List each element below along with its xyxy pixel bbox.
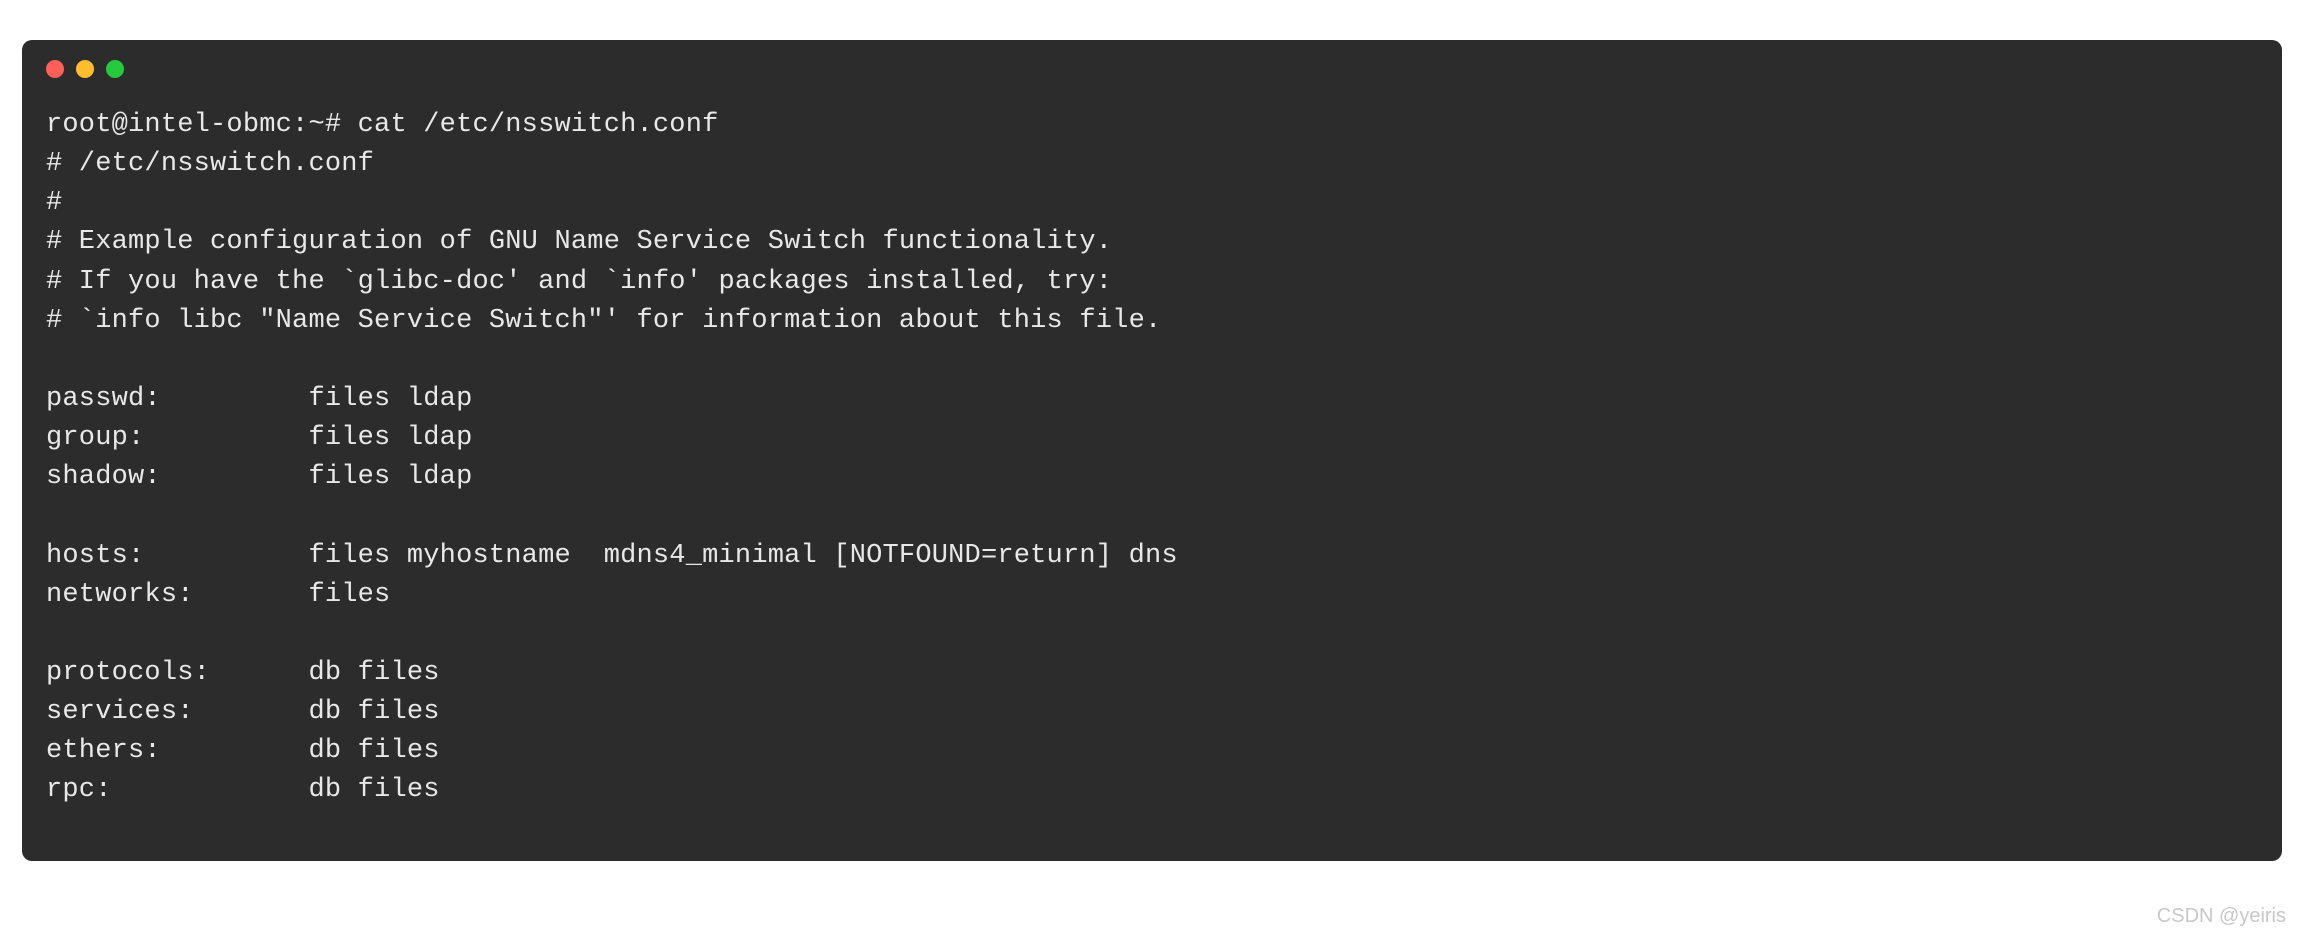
output-line: protocols: db files [46, 658, 440, 688]
window-controls [22, 40, 2282, 88]
output-line: passwd: files ldap [46, 384, 472, 414]
output-line: networks: files [46, 580, 390, 610]
output-line: # /etc/nsswitch.conf [46, 149, 374, 179]
output-line: hosts: files myhostname mdns4_minimal [N… [46, 541, 1178, 571]
output-line: rpc: db files [46, 775, 440, 805]
output-line: # [46, 188, 62, 218]
output-line: shadow: files ldap [46, 462, 472, 492]
output-line: # `info libc "Name Service Switch"' for … [46, 306, 1161, 336]
watermark: CSDN @yeiris [2157, 905, 2286, 928]
terminal-body[interactable]: root@intel-obmc:~# cat /etc/nsswitch.con… [22, 88, 2282, 861]
minimize-icon[interactable] [76, 60, 94, 78]
maximize-icon[interactable] [106, 60, 124, 78]
output-line: services: db files [46, 697, 440, 727]
output-line: group: files ldap [46, 423, 472, 453]
output-line: ethers: db files [46, 736, 440, 766]
output-line: # If you have the `glibc-doc' and `info'… [46, 267, 1112, 297]
terminal-window: root@intel-obmc:~# cat /etc/nsswitch.con… [22, 40, 2282, 861]
output-line: # Example configuration of GNU Name Serv… [46, 227, 1112, 257]
command: cat /etc/nsswitch.conf [358, 110, 719, 140]
close-icon[interactable] [46, 60, 64, 78]
prompt: root@intel-obmc:~# [46, 110, 358, 140]
